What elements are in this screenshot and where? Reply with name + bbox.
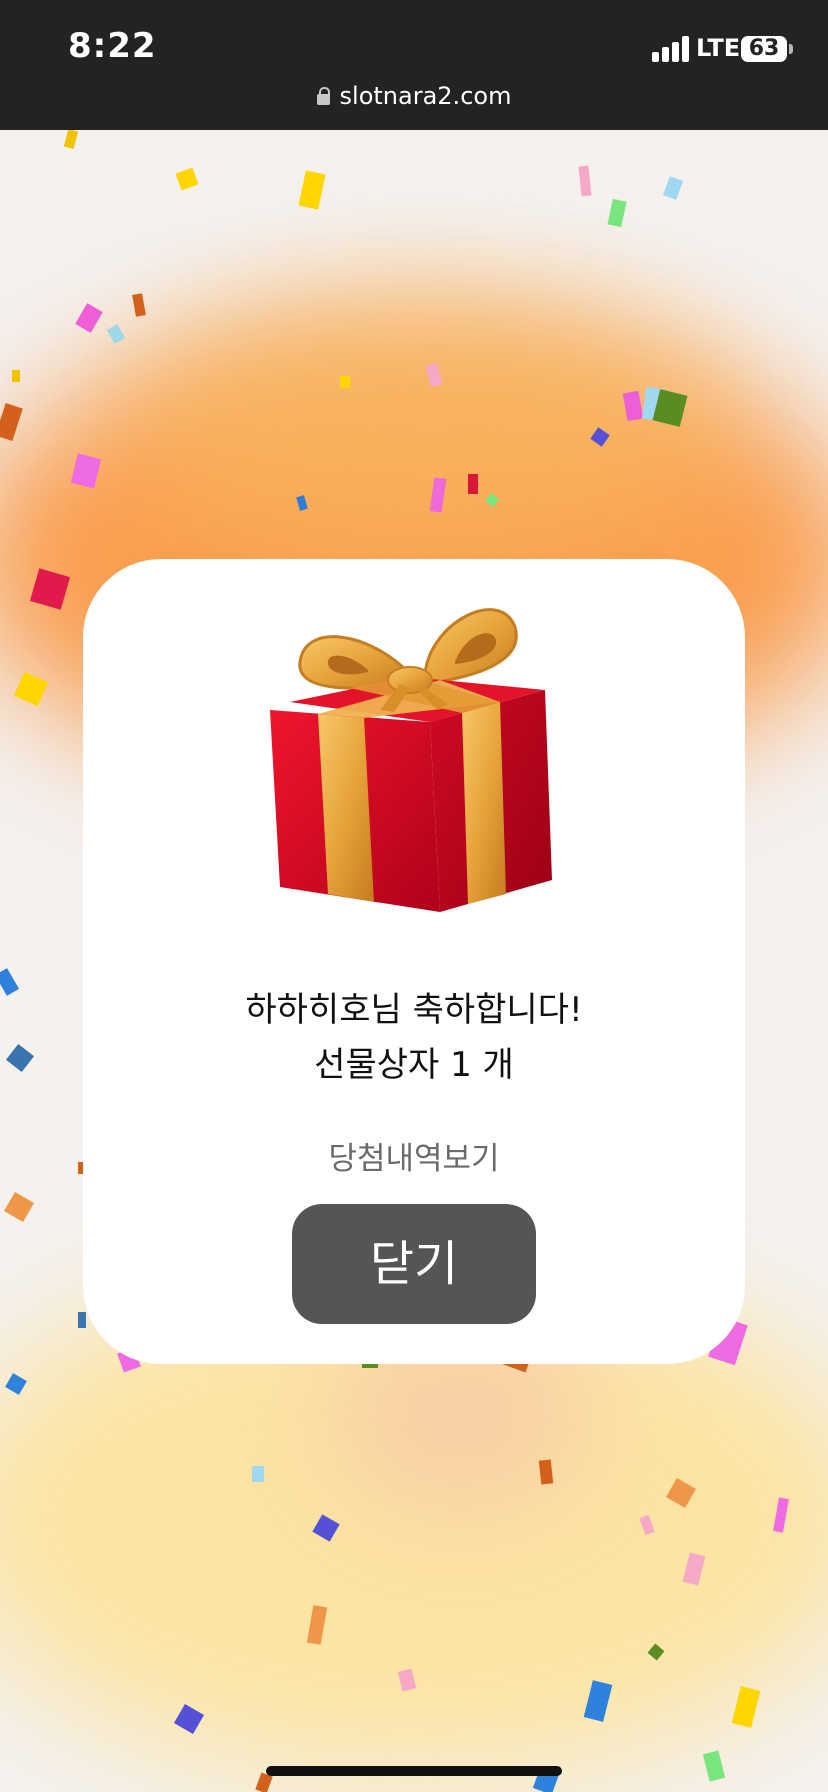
confetti-piece [5,1373,27,1395]
lock-icon [316,87,330,105]
confetti-piece [429,477,447,513]
confetti-piece [29,568,71,610]
url-bar[interactable]: slotnara2.com [0,82,828,110]
view-history-link[interactable]: 당첨내역보기 [83,1133,745,1178]
url-text: slotnara2.com [339,82,512,110]
confetti-piece [702,1750,726,1782]
status-time: 8:22 [68,26,157,66]
confetti-piece [312,1514,340,1542]
confetti-piece [773,1497,789,1533]
confetti-piece [682,1552,706,1586]
gift-box-icon [270,608,552,912]
confetti-piece [583,1680,613,1722]
confetti-piece [484,492,500,508]
confetti-piece [63,129,79,149]
confetti-piece [622,390,644,422]
confetti-piece [5,1043,35,1073]
confetti-piece [663,176,683,200]
confetti-piece [397,1668,417,1692]
confetti-piece [12,370,20,382]
confetti-piece [578,165,592,197]
status-bar: 8:22 LTE 63 slotnara2.com [0,0,828,130]
confetti-piece [425,362,443,388]
confetti-piece [132,293,146,317]
confetti-piece [665,1477,697,1509]
home-indicator[interactable] [266,1766,562,1776]
confetti-piece [731,1686,761,1728]
confetti-piece [538,1459,554,1485]
confetti-piece [340,376,350,388]
confetti-piece [296,495,308,511]
confetti-piece [3,1191,35,1223]
confetti-piece [0,968,20,996]
signal-icon [652,36,690,62]
confetti-piece [306,1605,328,1645]
confetti-piece [78,1312,86,1328]
confetti-piece [13,671,49,707]
confetti-piece [75,303,103,333]
confetti-piece [647,1643,665,1661]
confetti-piece [607,198,627,228]
confetti-piece [106,324,126,344]
congrats-message: 하하히호님 축하합니다! [245,990,583,1030]
confetti-piece [298,170,326,210]
confetti-piece [70,453,102,489]
close-button[interactable]: 닫기 [292,1204,536,1324]
battery-cap [789,44,793,54]
battery-icon: 63 [741,36,787,62]
confetti-piece [0,403,23,441]
prize-text: 선물상자 1 개 [314,1045,514,1085]
network-type: LTE [696,34,741,62]
confetti-piece [175,167,199,191]
confetti-piece [590,427,610,447]
reward-dialog: 하하히호님 축하합니다! 선물상자 1 개 당첨내역보기 닫기 [83,559,745,1364]
confetti-piece [173,1703,205,1735]
confetti-piece [652,389,688,427]
confetti-piece [639,1514,655,1536]
confetti-piece [252,1466,264,1482]
confetti-piece [468,474,478,494]
app-screen: 8:22 LTE 63 slotnara2.com 하하히호님 축하합니다! 선… [0,0,828,1792]
